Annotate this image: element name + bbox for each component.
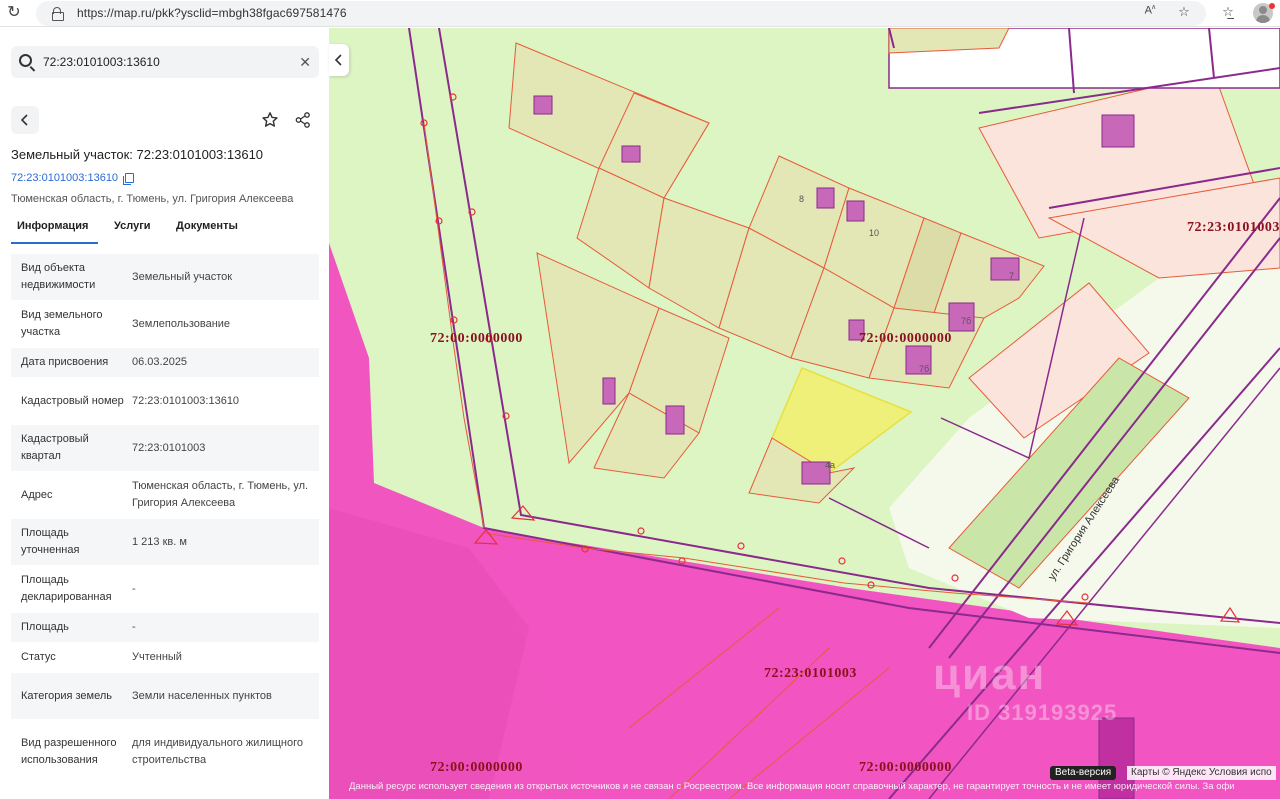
row-value: Землепользование [132, 317, 231, 330]
search-box: ✕ [11, 46, 319, 78]
info-sidebar: ✕ Земельный участок: 72:23:0101003:13610… [0, 28, 329, 799]
building [1101, 114, 1135, 148]
chevron-left-icon [20, 114, 28, 126]
row-value: Земли населенных пунктов [132, 689, 272, 702]
row-key: Вид объекта недвижимости [21, 262, 96, 291]
parcel-number: 8 [799, 194, 805, 204]
favorite-button[interactable] [256, 106, 284, 134]
browser-toolbar: ↻ https://map.ru/pkk?ysclid=mbgh38fgac69… [0, 0, 1280, 27]
quarter-label: 72:00:0000000 [430, 331, 523, 346]
chevron-left-icon [334, 54, 342, 66]
row-value: 1 213 кв. м [132, 535, 187, 548]
row-key: Площадь декларированная [21, 574, 112, 603]
map-copyright[interactable]: Карты © Яндекс Условия испо [1127, 766, 1276, 780]
building [990, 257, 1020, 281]
tab-bar: Информация Услуги Документы [11, 214, 319, 244]
quarter-label: 72:00:0000000 [859, 331, 952, 346]
row-key: Кадастровый квартал [21, 433, 89, 462]
row-value: Земельный участок [132, 270, 233, 283]
parcel-number: 10 [869, 228, 880, 238]
quarter-label: 72:00:0000000 [430, 760, 523, 775]
star-icon[interactable]: ☆ [1174, 4, 1194, 20]
building [621, 145, 641, 163]
quarter-label: 72:00:0000000 [859, 760, 952, 775]
row-value: - [132, 621, 136, 633]
collections-icon[interactable]: ☆̲ [1218, 4, 1238, 20]
reader-mode-icon[interactable]: Aʌ [1140, 4, 1160, 17]
table-row: Статус Учтенный [11, 643, 319, 672]
table-row: Категория земель Земли населенных пункто… [11, 673, 319, 719]
row-value: Тюменская область, г. Тюмень, ул. Григор… [132, 480, 309, 509]
share-icon [295, 112, 310, 128]
building [602, 377, 616, 405]
parcel-number: 7 [1009, 271, 1015, 281]
survey-point [637, 527, 645, 535]
watermark-id: ID 319193925 [967, 700, 1118, 725]
row-key: Площадь уточненная [21, 527, 80, 556]
tab-indicator [11, 242, 98, 244]
building [816, 187, 835, 209]
table-row: Площадь декларированная - [11, 566, 319, 612]
address-subtitle: Тюменская область, г. Тюмень, ул. Григор… [11, 193, 294, 205]
row-key: Категория земель [21, 689, 112, 702]
parcel-number: 4а [825, 460, 836, 470]
url-text[interactable]: https://map.ru/pkk?ysclid=mbgh38fgac6975… [77, 6, 347, 20]
tab-information[interactable]: Информация [17, 220, 88, 232]
watermark-logo: циан [933, 650, 1047, 699]
table-row: Площадь - [11, 613, 319, 642]
table-row: Вид земельного участка Землепользование [11, 301, 319, 347]
address-bar[interactable]: https://map.ru/pkk?ysclid=mbgh38fgac6975… [36, 1, 1206, 26]
quarter-label: 72:23:0101003 [1187, 220, 1280, 235]
lock-icon[interactable] [52, 7, 64, 21]
building [665, 405, 685, 435]
building [846, 200, 865, 222]
survey-point [737, 542, 745, 550]
building [533, 95, 553, 115]
row-key: Адрес [21, 488, 53, 501]
survey-triangle [510, 505, 536, 521]
table-row: Вид объекта недвижимости Земельный участ… [11, 254, 319, 300]
row-value: - [132, 582, 136, 595]
notification-dot [1269, 3, 1275, 9]
row-key: Вид земельного участка [21, 309, 103, 338]
row-key: Вид разрешенного использования [21, 736, 117, 766]
search-input[interactable] [43, 46, 293, 78]
star-icon [262, 112, 278, 127]
map-canvas[interactable] [329, 28, 1280, 799]
table-row: Адрес Тюменская область, г. Тюмень, ул. … [11, 472, 319, 518]
cadastral-map[interactable]: 72:00:0000000 72:00:0000000 72:23:010100… [329, 28, 1280, 799]
close-icon[interactable]: ✕ [299, 54, 311, 70]
row-value: 72:23:0101003:13610 [132, 394, 240, 407]
cadastral-number-link[interactable]: 72:23:0101003:13610 [11, 172, 118, 184]
reload-icon[interactable]: ↻ [5, 4, 23, 22]
row-key: Кадастровый номер [21, 394, 124, 407]
row-key: Статус [21, 651, 56, 663]
row-key: Дата присвоения [21, 356, 109, 368]
survey-point [838, 557, 846, 565]
parcel-number: 7б [961, 316, 972, 326]
row-value: 06.03.2025 [132, 356, 188, 368]
beta-badge[interactable]: Beta-версия [1050, 766, 1117, 780]
share-button[interactable] [289, 106, 317, 134]
tab-services[interactable]: Услуги [114, 220, 151, 232]
table-row: Кадастровый номер 72:23:0101003:13610 [11, 378, 319, 424]
disclaimer-text: Данный ресурс использует сведения из отк… [349, 781, 1235, 792]
copy-icon[interactable] [123, 173, 134, 185]
row-key: Площадь [21, 621, 69, 633]
table-row: Кадастровый квартал 72:23:0101003 [11, 425, 319, 471]
row-value: для индивидуального жилищного строительс… [132, 736, 304, 766]
search-icon [19, 54, 32, 67]
table-row: Площадь уточненная 1 213 кв. м [11, 519, 319, 565]
table-row: Дата присвоения 06.03.2025 [11, 348, 319, 377]
table-row: Вид разрешенного использования для индив… [11, 720, 319, 783]
back-button[interactable] [11, 106, 39, 134]
quarter-label: 72:23:0101003 [764, 666, 857, 681]
parcel-number: 7б [919, 364, 930, 374]
page-title: Земельный участок: 72:23:0101003:13610 [11, 147, 264, 162]
row-value: 72:23:0101003 [132, 441, 206, 454]
tab-documents[interactable]: Документы [176, 220, 238, 232]
collapse-sidebar-button[interactable] [329, 44, 349, 76]
row-value: Учтенный [132, 651, 182, 663]
